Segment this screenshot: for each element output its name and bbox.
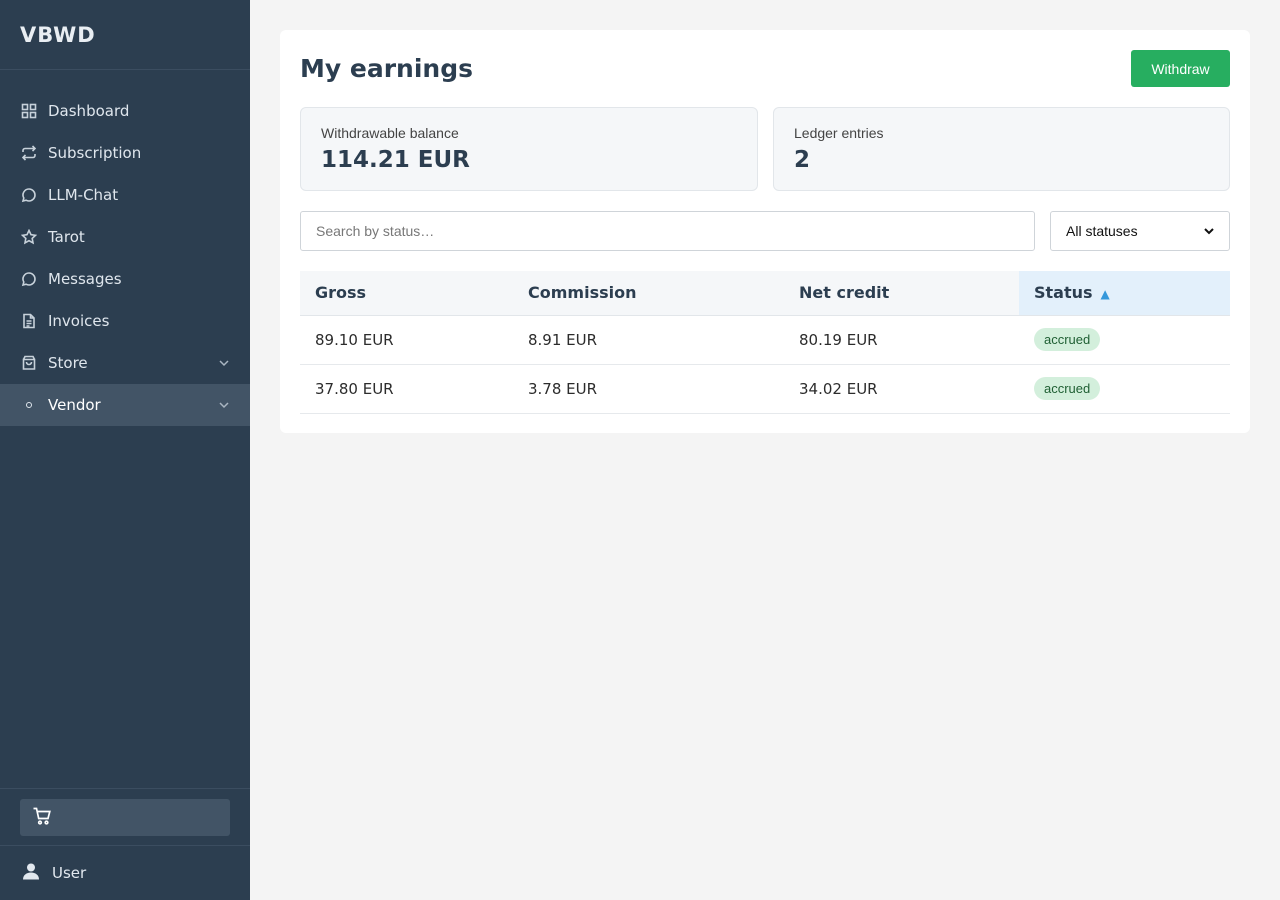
sidebar-item-messages[interactable]: Messages: [0, 258, 250, 300]
stat-label: Ledger entries: [794, 125, 884, 141]
cart-icon: [32, 806, 52, 830]
cart-area: [0, 788, 250, 846]
sidebar-item-label: Dashboard: [48, 102, 130, 120]
stat-ledger-entries: Ledger entries 2: [773, 107, 1230, 191]
sidebar-item-label: Messages: [48, 270, 122, 288]
dot-icon: [20, 396, 38, 414]
sidebar-item-subscription[interactable]: Subscription: [0, 132, 250, 174]
cell-status: accrued: [1019, 364, 1230, 414]
sidebar-item-label: Store: [48, 354, 88, 372]
cell-gross: 37.80 EUR: [300, 364, 513, 414]
column-header-gross[interactable]: Gross: [300, 271, 513, 316]
table-row: 37.80 EUR 3.78 EUR 34.02 EUR accrued: [300, 364, 1230, 414]
status-badge: accrued: [1034, 328, 1101, 351]
sidebar-item-vendor[interactable]: Vendor: [0, 384, 250, 426]
cell-status: accrued: [1019, 315, 1230, 365]
sidebar-item-llm-chat[interactable]: LLM-Chat: [0, 174, 250, 216]
stat-value: 2: [794, 147, 811, 173]
earnings-card: My earnings Withdraw Withdrawable balanc…: [280, 30, 1250, 433]
column-header-label: Status: [1034, 283, 1093, 303]
star-icon: [20, 228, 38, 246]
cell-gross: 89.10 EUR: [300, 315, 513, 365]
sidebar: VBWD Dashboard Subscription LLM-Chat Tar…: [0, 0, 250, 900]
column-header-commission[interactable]: Commission: [513, 271, 784, 316]
stat-withdrawable-balance: Withdrawable balance 114.21 EUR: [300, 107, 758, 191]
user-icon: [22, 862, 52, 884]
status-filter-value: All statuses: [1066, 223, 1138, 239]
stat-value: 114.21 EUR: [321, 147, 470, 173]
sidebar-item-label: Invoices: [48, 312, 110, 330]
sidebar-item-store[interactable]: Store: [0, 342, 250, 384]
chevron-down-icon[interactable]: [218, 357, 230, 369]
user-menu[interactable]: User: [0, 846, 250, 900]
user-label: User: [52, 864, 87, 882]
cell-net-credit: 34.02 EUR: [784, 364, 1019, 414]
page-title: My earnings: [300, 54, 473, 83]
withdraw-button[interactable]: Withdraw: [1131, 50, 1230, 87]
document-icon: [20, 312, 38, 330]
table-header-row: Gross Commission Net credit Status ▲: [300, 271, 1230, 316]
ledger-table: Gross Commission Net credit Status ▲ 89.1…: [300, 271, 1230, 414]
chevron-down-icon[interactable]: [218, 399, 230, 411]
grid-icon: [20, 102, 38, 120]
search-input[interactable]: [300, 211, 1035, 251]
sidebar-item-dashboard[interactable]: Dashboard: [0, 90, 250, 132]
chat-icon: [20, 186, 38, 204]
cell-commission: 8.91 EUR: [513, 315, 784, 365]
cell-net-credit: 80.19 EUR: [784, 315, 1019, 365]
status-filter-select[interactable]: All statuses: [1050, 211, 1230, 251]
repeat-icon: [20, 144, 38, 162]
cell-commission: 3.78 EUR: [513, 364, 784, 414]
cart-button[interactable]: [20, 799, 230, 836]
status-badge: accrued: [1034, 377, 1101, 400]
sidebar-item-tarot[interactable]: Tarot: [0, 216, 250, 258]
sidebar-item-label: Tarot: [48, 228, 85, 246]
column-header-net-credit[interactable]: Net credit: [784, 271, 1019, 316]
stat-label: Withdrawable balance: [321, 125, 459, 141]
chevron-down-icon: [1204, 223, 1214, 239]
column-header-status[interactable]: Status ▲: [1019, 271, 1230, 316]
table-row: 89.10 EUR 8.91 EUR 80.19 EUR accrued: [300, 315, 1230, 365]
sidebar-item-label: Vendor: [48, 396, 101, 414]
sidebar-nav: Dashboard Subscription LLM-Chat Tarot Me…: [0, 90, 250, 426]
sidebar-item-label: Subscription: [48, 144, 142, 162]
sidebar-item-label: LLM-Chat: [48, 186, 119, 204]
sort-ascending-icon: ▲: [1100, 287, 1110, 302]
bag-icon: [20, 354, 38, 372]
message-icon: [20, 270, 38, 288]
brand-logo[interactable]: VBWD: [0, 0, 250, 70]
sidebar-item-invoices[interactable]: Invoices: [0, 300, 250, 342]
